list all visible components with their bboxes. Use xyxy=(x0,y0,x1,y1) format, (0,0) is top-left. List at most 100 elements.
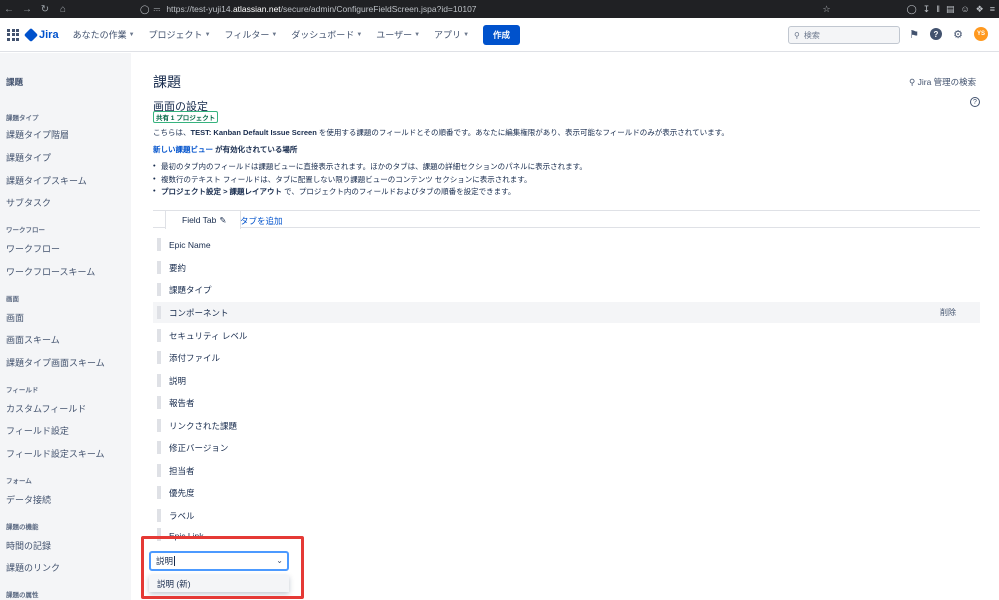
field-row[interactable]: Epic Name xyxy=(153,234,980,255)
add-tab-link[interactable]: タブを追加 xyxy=(240,215,283,227)
drag-handle-icon[interactable] xyxy=(157,419,161,432)
chevron-down-icon[interactable]: ⌄ xyxy=(276,556,283,565)
field-row[interactable]: 修正バージョン xyxy=(153,437,980,458)
new-issue-view-link[interactable]: 新しい課題ビュー xyxy=(153,145,213,154)
search-input[interactable]: ⚲ 検索 xyxy=(788,26,900,44)
chevron-down-icon: ▼ xyxy=(204,31,211,38)
bookmark-star-icon[interactable]: ☆ xyxy=(823,4,831,15)
notifications-icon[interactable]: ⚑ xyxy=(907,27,921,41)
field-row[interactable]: 要約 xyxy=(153,257,980,278)
home-icon[interactable]: ⌂ xyxy=(54,0,72,18)
add-field-input[interactable]: 説明 ⌄ xyxy=(149,551,289,571)
drag-handle-icon[interactable] xyxy=(157,396,161,409)
jira-admin-search-link[interactable]: ⚲ Jira 管理の検索 xyxy=(909,76,976,88)
field-row[interactable]: セキュリティ レベル xyxy=(153,325,980,346)
sidebar-item-workflows[interactable]: ワークフロー xyxy=(6,242,60,255)
sidebar-item-issue-type-schemes[interactable]: 課題タイプスキーム xyxy=(6,174,87,187)
app-switcher-icon[interactable] xyxy=(6,28,20,42)
reload-icon[interactable]: ↻ xyxy=(36,0,54,18)
field-row[interactable]: 添付ファイル xyxy=(153,347,980,368)
shared-projects-badge[interactable]: 共有 1 プロジェクト xyxy=(153,111,219,123)
chevron-down-icon: ▼ xyxy=(271,31,278,38)
field-row[interactable]: 担当者 xyxy=(153,460,980,481)
library-icon[interactable]: ‖ xyxy=(936,4,940,14)
sidebar-toggle-icon[interactable]: ▤ xyxy=(946,4,955,15)
field-row[interactable]: コンポーネント 削除 xyxy=(153,302,980,323)
sidebar-item-field-configuration-schemes[interactable]: フィールド設定スキーム xyxy=(6,447,105,460)
sidebar-item-time-tracking[interactable]: 時間の記録 xyxy=(6,539,51,552)
sidebar-section-title: 課題の機能 xyxy=(6,524,39,531)
chevron-down-icon: ▼ xyxy=(356,31,363,38)
drag-handle-icon[interactable] xyxy=(157,441,161,454)
field-row[interactable]: リンクされた課題 xyxy=(153,415,980,436)
drag-handle-icon[interactable] xyxy=(157,261,161,274)
forward-icon[interactable]: → xyxy=(18,0,36,18)
url-path: /secure/admin/ConfigureFieldScreen.jspa?… xyxy=(280,4,477,14)
sidebar-item-field-configurations[interactable]: フィールド設定 xyxy=(6,424,69,437)
remove-field-link[interactable]: 削除 xyxy=(940,307,956,318)
screen-name: TEST: Kanban Default Issue Screen xyxy=(190,128,317,137)
chevron-down-icon: ▼ xyxy=(463,31,470,38)
jira-logo[interactable]: Jira xyxy=(23,27,59,42)
field-row[interactable]: ラベル xyxy=(153,505,980,526)
drag-handle-icon[interactable] xyxy=(157,329,161,342)
drag-handle-icon[interactable] xyxy=(157,509,161,522)
sidebar-item-issue-type-screen-schemes[interactable]: 課題タイプ画面スキーム xyxy=(6,356,105,369)
drag-handle-icon[interactable] xyxy=(157,528,161,541)
nav-people[interactable]: ユーザー ▼ xyxy=(376,28,420,41)
nav-projects[interactable]: プロジェクト ▼ xyxy=(149,28,211,41)
sidebar-item-custom-fields[interactable]: カスタムフィールド xyxy=(6,402,86,415)
info-bullet: 複数行のテキスト フィールドは、タブに配置しない限り課題ビューのコンテンツ セク… xyxy=(153,174,587,187)
drag-handle-icon[interactable] xyxy=(157,464,161,477)
sidebar-item-screens[interactable]: 画面 xyxy=(6,311,24,324)
field-row[interactable]: 報告者 xyxy=(153,392,980,413)
field-row[interactable]: Epic Link xyxy=(153,527,980,541)
sidebar-section-title: フィールド xyxy=(6,387,39,394)
sidebar-item-issue-linking[interactable]: 課題のリンク xyxy=(6,561,60,574)
jira-logo-text: Jira xyxy=(39,28,59,41)
tab-field-tab[interactable]: Field Tab ✎ xyxy=(165,211,242,229)
dropdown-option[interactable]: 説明 (新) xyxy=(149,575,289,592)
drag-handle-icon[interactable] xyxy=(157,374,161,387)
top-navigation: あなたの作業 ▼ プロジェクト ▼ フィルター ▼ ダッシュボード ▼ ユーザー ▼ アプ… xyxy=(73,28,469,41)
lock-icon: ⎓ xyxy=(153,3,161,14)
nav-filters[interactable]: フィルター ▼ xyxy=(225,28,278,41)
drag-handle-icon[interactable] xyxy=(157,283,161,296)
search-icon: ⚲ xyxy=(909,77,916,87)
nav-your-work[interactable]: あなたの作業 ▼ xyxy=(73,28,135,41)
download-icon[interactable]: ↧ xyxy=(923,4,931,15)
sidebar-item-issue-types[interactable]: 課題タイプ xyxy=(6,151,51,164)
create-button[interactable]: 作成 xyxy=(483,24,521,45)
back-icon[interactable]: ← xyxy=(0,0,18,18)
sidebar-heading: 課題 xyxy=(6,77,24,87)
sidebar-item-screen-schemes[interactable]: 画面スキーム xyxy=(6,333,60,346)
drag-handle-icon[interactable] xyxy=(157,238,161,251)
nav-apps[interactable]: アプリ ▼ xyxy=(434,28,469,41)
sidebar-item-data-connections[interactable]: データ接続 xyxy=(6,493,51,506)
field-row[interactable]: 優先度 xyxy=(153,482,980,503)
drag-handle-icon[interactable] xyxy=(157,486,161,499)
account-icon[interactable]: ☺ xyxy=(960,4,969,14)
field-row[interactable]: 課題タイプ xyxy=(153,279,980,300)
field-row[interactable]: 説明 xyxy=(153,370,980,391)
pencil-edit-icon[interactable]: ✎ xyxy=(219,215,226,226)
sidebar-item-workflow-schemes[interactable]: ワークフロースキーム xyxy=(6,265,95,278)
drag-handle-icon[interactable] xyxy=(157,351,161,364)
menu-icon[interactable]: ≡ xyxy=(990,4,995,14)
admin-sidebar: 課題 課題タイプ 課題タイプ階層 課題タイプ 課題タイプスキーム サブタスク ワ… xyxy=(0,53,131,600)
help-icon[interactable]: ? xyxy=(930,28,942,40)
sidebar-item-issue-type-hierarchy[interactable]: 課題タイプ階層 xyxy=(6,128,69,141)
url-bar[interactable]: ◯ ⎓ https://test-yuji14. atlassian.net/se… xyxy=(140,1,840,17)
info-bullet: 最初のタブ内のフィールドは課題ビューに直接表示されます。ほかのタブは、課題の詳細… xyxy=(153,161,587,174)
pocket-icon[interactable]: ◯ xyxy=(907,4,917,15)
help-icon[interactable]: ? xyxy=(970,97,980,107)
extensions-icon[interactable]: ❖ xyxy=(976,4,984,15)
page-title: 課題 xyxy=(153,74,181,90)
sidebar-item-subtasks[interactable]: サブタスク xyxy=(6,196,51,209)
avatar[interactable]: YS xyxy=(974,27,988,41)
sidebar-section-title: 画面 xyxy=(6,296,19,303)
drag-handle-icon[interactable] xyxy=(157,306,161,319)
screen-description: こちらは、TEST: Kanban Default Issue Screen を… xyxy=(153,128,729,137)
settings-gear-icon[interactable]: ⚙ xyxy=(951,27,965,41)
nav-dashboards[interactable]: ダッシュボード ▼ xyxy=(291,28,362,41)
